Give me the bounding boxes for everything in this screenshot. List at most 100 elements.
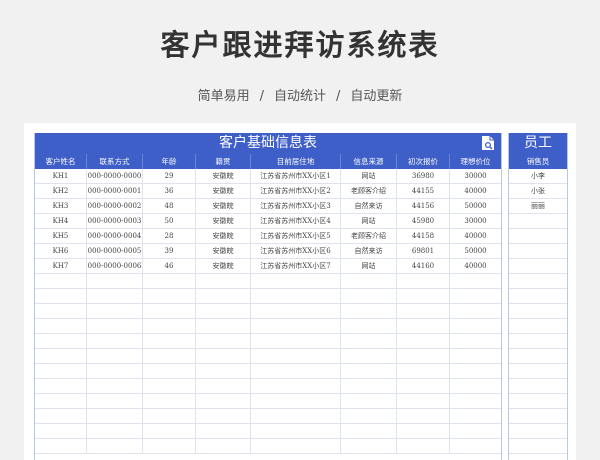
table-cell[interactable] [143,394,196,408]
table-cell[interactable] [397,319,450,333]
table-cell[interactable]: KH6 [35,244,87,258]
table-cell[interactable] [87,349,143,363]
table-cell[interactable] [196,349,251,363]
table-cell[interactable] [450,439,501,453]
table-cell[interactable] [450,274,501,288]
table-cell[interactable]: 老顾客介绍 [341,184,397,198]
document-search-icon[interactable] [481,135,495,151]
customer-column-header[interactable]: 理想价位 [450,154,501,169]
table-cell[interactable] [87,364,143,378]
table-cell[interactable]: 网站 [341,214,397,228]
table-cell[interactable] [397,394,450,408]
table-cell[interactable]: 000-0000-0004 [87,229,143,243]
table-cell[interactable]: 44155 [397,184,450,198]
table-cell[interactable] [341,319,397,333]
table-cell[interactable] [450,349,501,363]
table-cell[interactable]: KH3 [35,199,87,213]
table-cell[interactable]: 江苏省苏州市XX小区1 [251,169,341,183]
table-cell[interactable]: 44158 [397,229,450,243]
table-cell[interactable]: 自然来访 [341,244,397,258]
table-cell[interactable]: 44156 [397,199,450,213]
table-cell[interactable] [251,274,341,288]
table-cell[interactable]: 老顾客介绍 [341,229,397,243]
table-cell[interactable] [143,349,196,363]
table-cell[interactable]: 小张 [509,184,567,198]
table-cell[interactable] [35,334,87,348]
table-cell[interactable] [341,274,397,288]
table-cell[interactable] [35,439,87,453]
table-cell[interactable] [87,409,143,423]
table-cell[interactable] [450,394,501,408]
table-cell[interactable] [397,409,450,423]
table-cell[interactable]: 30000 [450,214,501,228]
table-cell[interactable] [509,259,567,273]
table-cell[interactable] [341,409,397,423]
table-cell[interactable]: KH2 [35,184,87,198]
table-cell[interactable]: 000-0000-0002 [87,199,143,213]
table-cell[interactable] [397,364,450,378]
customer-column-header[interactable]: 客户姓名 [35,154,87,169]
table-cell[interactable]: 36 [143,184,196,198]
table-cell[interactable] [509,304,567,318]
table-cell[interactable] [397,379,450,393]
table-cell[interactable] [397,274,450,288]
table-cell[interactable] [35,319,87,333]
table-cell[interactable]: 000-0000-0001 [87,184,143,198]
table-cell[interactable]: 46 [143,259,196,273]
table-cell[interactable]: 江苏省苏州市XX小区4 [251,214,341,228]
table-cell[interactable] [87,274,143,288]
staff-column-header[interactable]: 销售员 [509,154,567,169]
table-cell[interactable]: 安徽皖 [196,169,251,183]
table-cell[interactable]: 39 [143,244,196,258]
table-cell[interactable] [397,304,450,318]
table-cell[interactable] [251,349,341,363]
table-cell[interactable] [509,319,567,333]
table-cell[interactable]: KH7 [35,259,87,273]
table-cell[interactable] [143,424,196,438]
table-cell[interactable] [450,304,501,318]
table-cell[interactable]: 江苏省苏州市XX小区2 [251,184,341,198]
table-cell[interactable]: 安徽皖 [196,214,251,228]
table-cell[interactable] [509,439,567,453]
table-cell[interactable]: 丽丽 [509,199,567,213]
table-cell[interactable] [87,304,143,318]
table-cell[interactable] [87,379,143,393]
table-cell[interactable]: 小李 [509,169,567,183]
table-cell[interactable] [196,424,251,438]
table-cell[interactable] [35,349,87,363]
table-cell[interactable] [35,379,87,393]
table-cell[interactable] [143,289,196,303]
table-cell[interactable] [35,394,87,408]
table-cell[interactable]: 48 [143,199,196,213]
table-cell[interactable] [251,424,341,438]
table-cell[interactable]: 000-0000-0005 [87,244,143,258]
table-cell[interactable]: 36980 [397,169,450,183]
table-cell[interactable]: 安徽皖 [196,229,251,243]
table-cell[interactable] [87,424,143,438]
table-cell[interactable] [87,289,143,303]
table-cell[interactable]: 29 [143,169,196,183]
table-cell[interactable] [87,334,143,348]
table-cell[interactable] [143,364,196,378]
table-cell[interactable] [35,424,87,438]
table-cell[interactable] [397,424,450,438]
table-cell[interactable] [35,304,87,318]
table-cell[interactable]: 40000 [450,229,501,243]
customer-column-header[interactable]: 信息来源 [341,154,397,169]
table-cell[interactable] [143,409,196,423]
customer-column-header[interactable]: 联系方式 [87,154,143,169]
table-cell[interactable]: 000-0000-0006 [87,259,143,273]
table-cell[interactable] [450,424,501,438]
table-cell[interactable] [35,364,87,378]
table-cell[interactable]: 安徽皖 [196,259,251,273]
table-cell[interactable] [509,424,567,438]
table-cell[interactable] [341,364,397,378]
table-cell[interactable] [341,334,397,348]
table-cell[interactable] [196,394,251,408]
table-cell[interactable]: 网站 [341,259,397,273]
table-cell[interactable]: KH1 [35,169,87,183]
table-cell[interactable] [509,394,567,408]
table-cell[interactable]: 30000 [450,169,501,183]
table-cell[interactable] [143,274,196,288]
table-cell[interactable]: 安徽皖 [196,199,251,213]
